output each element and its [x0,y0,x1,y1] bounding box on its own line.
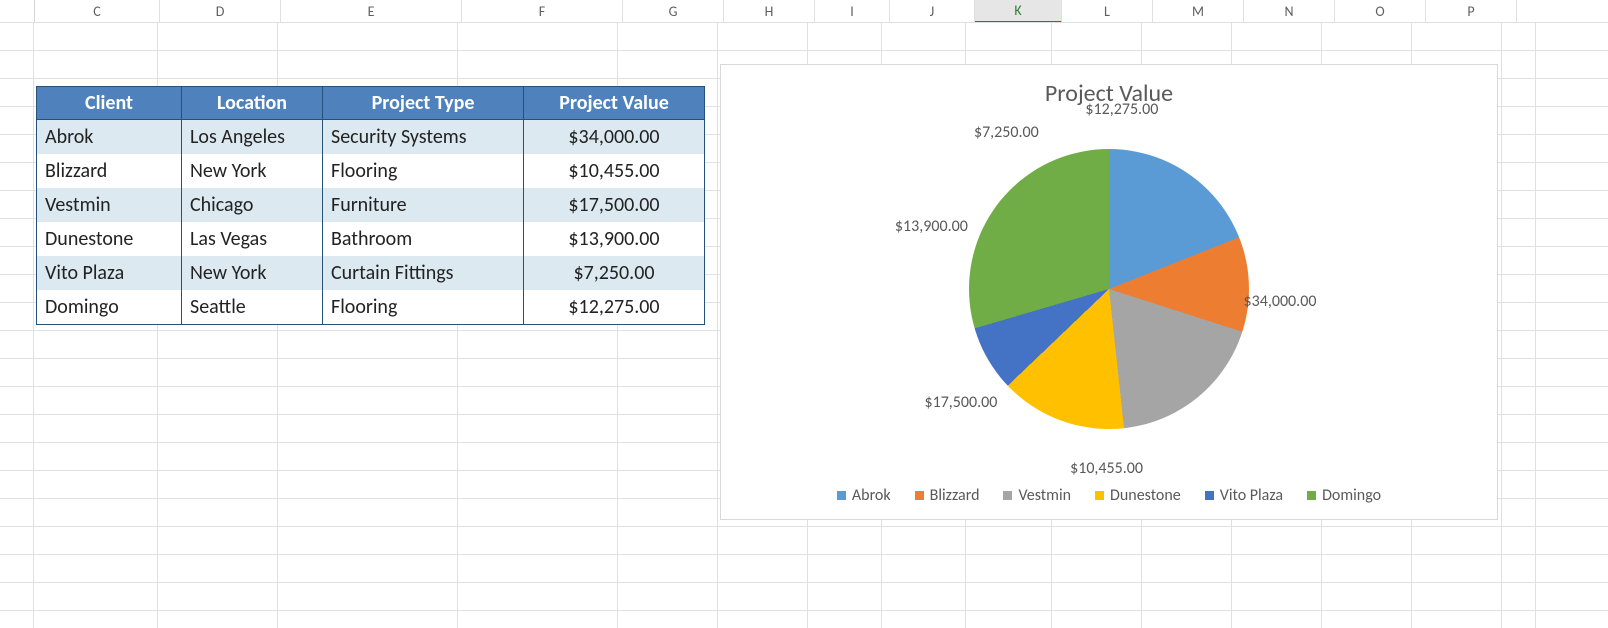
cell-project_value[interactable]: $13,900.00 [524,222,705,256]
legend-item[interactable]: Vito Plaza [1205,486,1283,505]
column-header-G[interactable]: G [623,0,724,22]
cell-client[interactable]: Domingo [37,290,182,325]
table-row: BlizzardNew YorkFlooring$10,455.00 [37,154,705,188]
pie-graphic[interactable] [969,149,1249,429]
column-header-D[interactable]: D [160,0,281,22]
legend-swatch [915,491,924,500]
cell-location[interactable]: Seattle [182,290,323,325]
cell-project_type[interactable]: Security Systems [323,120,524,155]
cell-location[interactable]: Chicago [182,188,323,222]
column-header-F[interactable]: F [462,0,623,22]
data-label: $12,275.00 [1085,100,1158,119]
column-header-C[interactable]: C [35,0,160,22]
data-label: $34,000.00 [1244,292,1317,311]
column-header-P[interactable]: P [1426,0,1517,22]
legend-label: Vestmin [1018,486,1071,505]
pie-plot-area[interactable]: $34,000.00$10,455.00$17,500.00$13,900.00… [721,129,1497,449]
col-header-project-value[interactable]: Project Value [524,87,705,120]
column-header-H[interactable]: H [724,0,815,22]
column-header-J[interactable]: J [890,0,975,22]
select-all-corner[interactable] [0,0,35,22]
data-label: $17,500.00 [924,393,997,412]
cell-location[interactable]: New York [182,256,323,290]
project-table[interactable]: Client Location Project Type Project Val… [36,86,705,325]
cell-client[interactable]: Vestmin [37,188,182,222]
table-row: AbrokLos AngelesSecurity Systems$34,000.… [37,120,705,155]
column-header-O[interactable]: O [1335,0,1426,22]
column-header-L[interactable]: L [1062,0,1153,22]
cell-client[interactable]: Blizzard [37,154,182,188]
cell-project_type[interactable]: Bathroom [323,222,524,256]
column-header-M[interactable]: M [1153,0,1244,22]
column-header-E[interactable]: E [281,0,462,22]
table-row: Vito PlazaNew YorkCurtain Fittings$7,250… [37,256,705,290]
legend-label: Domingo [1322,486,1381,505]
cell-project_type[interactable]: Curtain Fittings [323,256,524,290]
cell-project_value[interactable]: $7,250.00 [524,256,705,290]
pie-chart-container[interactable]: Project Value $34,000.00$10,455.00$17,50… [720,64,1498,520]
cell-client[interactable]: Dunestone [37,222,182,256]
chart-legend[interactable]: Abrok Blizzard Vestmin Dunestone Vito Plaza D… [721,486,1497,505]
cell-project_value[interactable]: $12,275.00 [524,290,705,325]
table-row: VestminChicagoFurniture$17,500.00 [37,188,705,222]
column-header-row: CDEFGHIJKLMNOP [0,0,1608,23]
legend-swatch [1307,491,1316,500]
data-label: $13,900.00 [895,217,968,236]
legend-item[interactable]: Dunestone [1095,486,1181,505]
column-header-N[interactable]: N [1244,0,1335,22]
data-label: $7,250.00 [974,123,1039,142]
legend-item[interactable]: Vestmin [1003,486,1071,505]
legend-label: Abrok [852,486,891,505]
legend-label: Blizzard [930,486,980,505]
table-header-row: Client Location Project Type Project Val… [37,87,705,120]
legend-swatch [837,491,846,500]
column-header-I[interactable]: I [815,0,890,22]
cell-project_value[interactable]: $34,000.00 [524,120,705,155]
legend-label: Dunestone [1110,486,1181,505]
cell-client[interactable]: Abrok [37,120,182,155]
cell-location[interactable]: New York [182,154,323,188]
col-header-location[interactable]: Location [182,87,323,120]
col-header-client[interactable]: Client [37,87,182,120]
col-header-project-type[interactable]: Project Type [323,87,524,120]
table-row: DomingoSeattleFlooring$12,275.00 [37,290,705,325]
legend-label: Vito Plaza [1220,486,1283,505]
legend-swatch [1095,491,1104,500]
table-row: DunestoneLas VegasBathroom$13,900.00 [37,222,705,256]
data-label: $10,455.00 [1070,459,1143,478]
legend-item[interactable]: Domingo [1307,486,1381,505]
legend-swatch [1003,491,1012,500]
cell-project_type[interactable]: Flooring [323,154,524,188]
legend-item[interactable]: Abrok [837,486,891,505]
legend-swatch [1205,491,1214,500]
cell-location[interactable]: Las Vegas [182,222,323,256]
cell-project_type[interactable]: Furniture [323,188,524,222]
cell-client[interactable]: Vito Plaza [37,256,182,290]
column-header-K[interactable]: K [975,0,1062,23]
cell-location[interactable]: Los Angeles [182,120,323,155]
legend-item[interactable]: Blizzard [915,486,980,505]
cell-project_value[interactable]: $17,500.00 [524,188,705,222]
cell-project_type[interactable]: Flooring [323,290,524,325]
cell-project_value[interactable]: $10,455.00 [524,154,705,188]
